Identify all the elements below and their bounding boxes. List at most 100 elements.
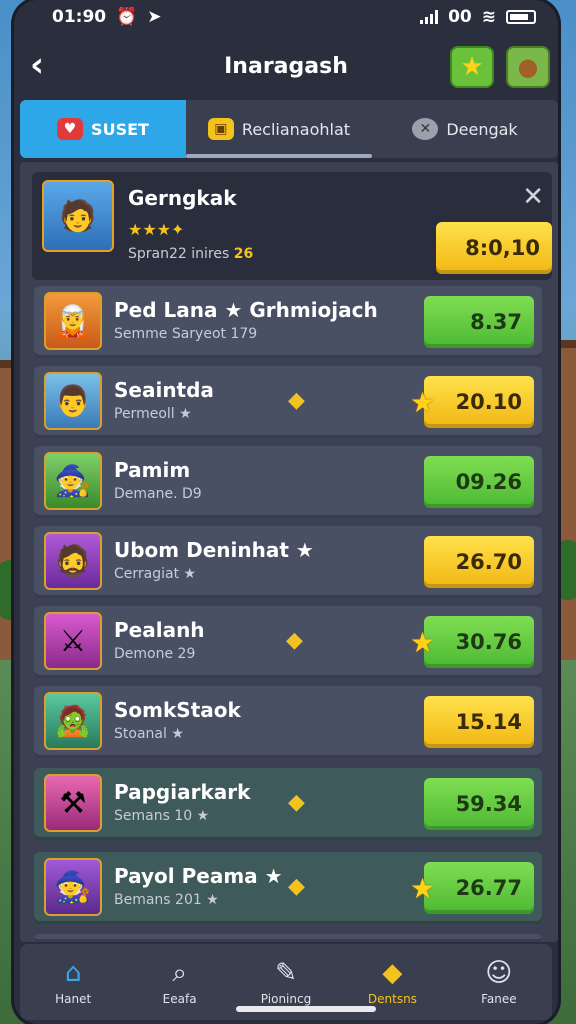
signal-icon bbox=[420, 10, 439, 24]
player-name: Papgiarkark bbox=[114, 780, 251, 804]
score-value: 15.14 bbox=[455, 710, 522, 734]
player-sub: Demane. D9 bbox=[114, 486, 202, 502]
avatar: ⚔ bbox=[44, 612, 102, 670]
nav-label: Dentsns bbox=[367, 992, 417, 1006]
score-value: 20.10 bbox=[455, 390, 522, 414]
avatar: 🧙 bbox=[44, 452, 102, 510]
player-sub: Demone 29 bbox=[114, 646, 196, 662]
star-icon: ★ bbox=[410, 386, 436, 419]
avatar: 🧔 bbox=[44, 532, 102, 590]
list-item-partial bbox=[34, 934, 542, 942]
player-sub: Semme Saryeot 179 bbox=[114, 326, 258, 342]
status-time: 01:90 bbox=[52, 7, 107, 27]
bag-icon: ● bbox=[517, 53, 539, 81]
player-name: SomkStaok bbox=[114, 698, 241, 722]
tab-deengak[interactable]: ✕ Deengak bbox=[372, 100, 558, 158]
player-sub: Permeoll ★ bbox=[114, 406, 192, 422]
home-indicator[interactable] bbox=[236, 1006, 376, 1012]
score-button[interactable]: ★ 30.76 bbox=[410, 616, 534, 668]
heart-icon: ♥ bbox=[57, 118, 84, 140]
leaderboard-list: 🧑 Gerngkak ★★★✦ Spran22 inires 26 ✕ 8:0,… bbox=[20, 162, 558, 942]
score-button[interactable]: 26.70 bbox=[424, 536, 534, 588]
nav-search[interactable]: ⌕ Eeafa bbox=[126, 944, 232, 1020]
score-value: 09.26 bbox=[455, 470, 522, 494]
tab-label: Reclianaohlat bbox=[241, 119, 351, 139]
status-bar: 01:90 ⏰ ➤ 00 ≋ bbox=[14, 0, 558, 34]
featured-sub-value: 26 bbox=[233, 246, 254, 262]
list-item[interactable]: ⚔ Pealanh Demone 29 ◆ ★ 30.76 bbox=[34, 606, 542, 678]
player-name: Ped Lana ★ Grhmiojach bbox=[114, 298, 378, 322]
favorite-button[interactable]: ★ bbox=[450, 46, 494, 88]
location-icon: ➤ bbox=[147, 7, 162, 27]
score-button[interactable]: ★ 20.10 bbox=[410, 376, 534, 428]
tab-reclianaohlat[interactable]: ▣ Reclianaohlat bbox=[186, 100, 372, 158]
alarm-icon: ⏰ bbox=[116, 7, 138, 27]
compass-icon: ✕ bbox=[412, 118, 439, 140]
score-button[interactable]: 8:0,10 bbox=[436, 222, 552, 274]
list-item[interactable]: 👨 Seaintda Permeoll ★ ◆ ★ 20.10 bbox=[34, 366, 542, 438]
player-name: Seaintda bbox=[114, 378, 214, 402]
badge-icon: ◆ bbox=[286, 628, 303, 653]
score-value: 26.70 bbox=[455, 550, 522, 574]
featured-sub: Spran22 inires 26 bbox=[128, 246, 253, 262]
score-button[interactable]: 15.14 bbox=[424, 696, 534, 748]
badge-icon: ◆ bbox=[288, 874, 305, 899]
tab-bar: ♥ SUSET ▣ Reclianaohlat ✕ Deengak bbox=[20, 100, 558, 158]
score-value: 8:0,10 bbox=[465, 236, 540, 260]
player-sub: Bemans 201 ★ bbox=[114, 892, 219, 908]
badge-icon: ◆ bbox=[288, 790, 305, 815]
list-item[interactable]: 🧙 Pamim Demane. D9 09.26 bbox=[34, 446, 542, 518]
avatar: 🧙 bbox=[44, 858, 102, 916]
inventory-button[interactable]: ● bbox=[506, 46, 550, 88]
nav-home[interactable]: ⌂ Hanet bbox=[20, 944, 126, 1020]
avatar: ⚒ bbox=[44, 774, 102, 832]
wifi-icon: ≋ bbox=[481, 7, 496, 27]
phone-frame: 01:90 ⏰ ➤ 00 ≋ ‹ Inaragash ★ ● ♥ SUSET ▣… bbox=[14, 0, 558, 1024]
list-item[interactable]: 🧝 Ped Lana ★ Grhmiojach Semme Saryeot 17… bbox=[34, 286, 542, 358]
score-button[interactable]: ★ 26.77 bbox=[410, 862, 534, 914]
close-icon: ✕ bbox=[522, 182, 544, 212]
home-icon: ⌂ bbox=[64, 958, 82, 988]
list-item[interactable]: ⚒ Papgiarkark Semans 10 ★ ◆ 59.34 bbox=[34, 768, 542, 840]
player-sub: Cerragiat ★ bbox=[114, 566, 197, 582]
score-button[interactable]: 09.26 bbox=[424, 456, 534, 508]
score-button[interactable]: 59.34 bbox=[424, 778, 534, 830]
list-item[interactable]: 🧔 Ubom Deninhat ★ Cerragiat ★ 26.70 bbox=[34, 526, 542, 598]
tab-label: SUSET bbox=[91, 119, 149, 139]
player-name: Pealanh bbox=[114, 618, 205, 642]
score-value: 30.76 bbox=[455, 630, 522, 654]
rating-stars-icon: ★★★✦ bbox=[128, 220, 185, 239]
list-item[interactable]: 🧙 Payol Peama ★ Bemans 201 ★ ◆ ★ 26.77 bbox=[34, 852, 542, 924]
player-sub: Semans 10 ★ bbox=[114, 808, 210, 824]
score-value: 8.37 bbox=[470, 310, 522, 334]
nav-label: Pionincg bbox=[260, 992, 312, 1006]
nav-label: Hanet bbox=[55, 992, 92, 1006]
avatar: 🧟 bbox=[44, 692, 102, 750]
score-value: 26.77 bbox=[455, 876, 522, 900]
pencil-icon: ✎ bbox=[275, 958, 297, 988]
list-item[interactable]: 🧟 SomkStaok Stoanal ★ 15.14 bbox=[34, 686, 542, 758]
featured-sub-text: Spran22 inires bbox=[128, 246, 230, 262]
user-icon: ☺ bbox=[485, 958, 513, 988]
badge-icon: ◆ bbox=[288, 388, 305, 413]
status-right-text: 00 bbox=[448, 7, 472, 27]
tab-suset[interactable]: ♥ SUSET bbox=[20, 100, 186, 158]
close-button[interactable]: ✕ bbox=[522, 182, 544, 212]
player-name: Pamim bbox=[114, 458, 191, 482]
featured-card[interactable]: 🧑 Gerngkak ★★★✦ Spran22 inires 26 ✕ 8:0,… bbox=[32, 172, 552, 280]
featured-name: Gerngkak bbox=[128, 186, 237, 210]
star-icon: ★ bbox=[410, 872, 436, 905]
bookmark-icon: ◆ bbox=[382, 958, 403, 988]
chest-icon: ▣ bbox=[207, 118, 234, 140]
player-name: Payol Peama ★ bbox=[114, 864, 283, 888]
avatar: 👨 bbox=[44, 372, 102, 430]
nav-label: Eeafa bbox=[162, 992, 197, 1006]
tab-indicator bbox=[186, 154, 372, 158]
search-icon: ⌕ bbox=[172, 958, 187, 988]
nav-profile[interactable]: ☺ Fanee bbox=[446, 944, 552, 1020]
avatar: 🧝 bbox=[44, 292, 102, 350]
score-button[interactable]: 8.37 bbox=[424, 296, 534, 348]
star-icon: ★ bbox=[460, 52, 484, 82]
tab-label: Deengak bbox=[446, 119, 518, 139]
avatar: 🧑 bbox=[42, 180, 114, 252]
